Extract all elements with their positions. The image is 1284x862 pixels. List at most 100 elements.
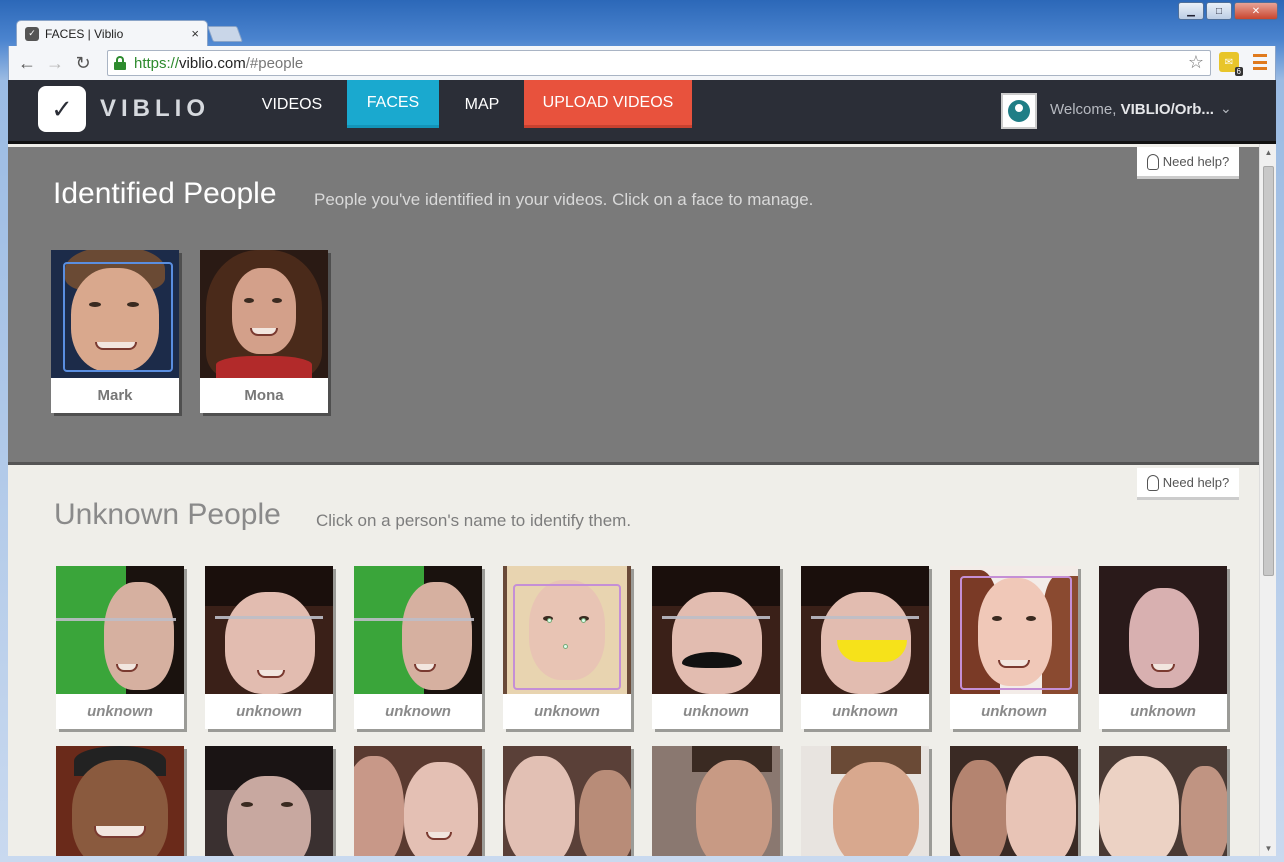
scrollbar-thumb[interactable] bbox=[1263, 166, 1274, 576]
back-button[interactable]: ← bbox=[13, 49, 41, 77]
scroll-down-icon[interactable]: ▼ bbox=[1260, 840, 1276, 856]
extension-icon[interactable]: ✉ 6 bbox=[1219, 52, 1243, 76]
unknown-face-card[interactable]: unknown bbox=[56, 566, 184, 729]
face-photo[interactable] bbox=[503, 566, 631, 694]
face-photo[interactable] bbox=[56, 566, 184, 694]
need-help-label: Need help? bbox=[1162, 154, 1230, 169]
address-bar[interactable]: https:// viblio.com /#people ☆ bbox=[107, 50, 1211, 76]
welcome-user: VIBLIO/Orb... bbox=[1120, 101, 1214, 118]
app-header: ✓ VIBLIO VIDEOS FACES MAP UPLOAD VIDEOS … bbox=[8, 80, 1276, 144]
viblio-logo[interactable]: ✓ VIBLIO bbox=[38, 86, 210, 132]
unknown-name[interactable]: unknown bbox=[503, 694, 631, 729]
viblio-logo-icon: ✓ bbox=[38, 86, 86, 132]
person-card-mona[interactable]: Mona bbox=[200, 250, 328, 413]
new-tab-button[interactable] bbox=[207, 26, 243, 42]
page-viewport: ✓ VIBLIO VIDEOS FACES MAP UPLOAD VIDEOS … bbox=[8, 80, 1276, 856]
person-card-mark[interactable]: Mark bbox=[51, 250, 179, 413]
face-photo[interactable] bbox=[950, 746, 1078, 856]
face-photo[interactable] bbox=[200, 250, 328, 378]
url-scheme: https:// bbox=[134, 54, 180, 72]
face-photo[interactable] bbox=[354, 746, 482, 856]
need-help-button[interactable]: Need help? bbox=[1137, 147, 1239, 179]
identified-people-section: Need help? Identified People People you'… bbox=[8, 147, 1259, 465]
unknown-face-card[interactable] bbox=[1099, 746, 1227, 856]
url-path: /#people bbox=[245, 54, 304, 72]
chevron-down-icon[interactable]: ⌄ bbox=[1220, 100, 1232, 117]
nav-videos[interactable]: VIDEOS bbox=[262, 80, 322, 130]
maximize-button[interactable]: □ bbox=[1206, 2, 1232, 20]
unknown-name[interactable]: unknown bbox=[354, 694, 482, 729]
browser-tab[interactable]: ✓ FACES | Viblio × bbox=[16, 20, 208, 46]
unknown-face-card[interactable]: unknown bbox=[652, 566, 780, 729]
scroll-up-icon[interactable]: ▲ bbox=[1260, 144, 1276, 160]
unknown-face-card[interactable]: unknown bbox=[205, 566, 333, 729]
tab-close-icon[interactable]: × bbox=[191, 26, 199, 41]
section-title: Identified People bbox=[53, 177, 277, 210]
section-subtitle: Click on a person's name to identify the… bbox=[316, 511, 632, 530]
unknown-face-card[interactable]: unknown bbox=[503, 566, 631, 729]
viblio-favicon-icon: ✓ bbox=[25, 26, 39, 41]
face-photo[interactable] bbox=[205, 746, 333, 856]
unknown-name[interactable]: unknown bbox=[950, 694, 1078, 729]
url-host: viblio.com bbox=[179, 54, 246, 72]
unknown-face-card[interactable] bbox=[801, 746, 929, 856]
section-title: Unknown People bbox=[54, 498, 281, 531]
unknown-face-card[interactable] bbox=[950, 746, 1078, 856]
face-photo[interactable] bbox=[56, 746, 184, 856]
unknown-face-card[interactable] bbox=[652, 746, 780, 856]
lightbulb-icon bbox=[1146, 153, 1159, 170]
unknown-name[interactable]: unknown bbox=[652, 694, 780, 729]
unknown-face-card[interactable]: unknown bbox=[354, 566, 482, 729]
unknown-face-card[interactable]: unknown bbox=[801, 566, 929, 729]
unknown-name[interactable]: unknown bbox=[56, 694, 184, 729]
unknown-people-section: Need help? Unknown People Click on a per… bbox=[8, 468, 1259, 856]
face-photo[interactable] bbox=[950, 566, 1078, 694]
unknown-face-card[interactable] bbox=[503, 746, 631, 856]
extension-badge: 6 bbox=[1234, 67, 1243, 76]
forward-button[interactable]: → bbox=[41, 49, 69, 77]
user-avatar[interactable] bbox=[1001, 93, 1037, 129]
unknown-name[interactable]: unknown bbox=[205, 694, 333, 729]
face-photo[interactable] bbox=[503, 746, 631, 856]
section-subtitle: People you've identified in your videos.… bbox=[314, 190, 814, 209]
nav-faces[interactable]: FACES bbox=[347, 80, 439, 128]
face-photo[interactable] bbox=[652, 566, 780, 694]
person-name: Mark bbox=[97, 387, 133, 404]
face-photo[interactable] bbox=[1099, 566, 1227, 694]
unknown-face-card[interactable] bbox=[56, 746, 184, 856]
need-help-label: Need help? bbox=[1162, 475, 1230, 490]
face-photo[interactable] bbox=[354, 566, 482, 694]
reload-button[interactable]: ↻ bbox=[69, 49, 97, 77]
nav-upload-videos[interactable]: UPLOAD VIDEOS bbox=[524, 80, 692, 128]
person-name: Mona bbox=[244, 387, 284, 404]
unknown-face-card[interactable]: unknown bbox=[1099, 566, 1227, 729]
face-photo[interactable] bbox=[205, 566, 333, 694]
window-close-button[interactable]: ✕ bbox=[1234, 2, 1278, 20]
face-photo[interactable] bbox=[1099, 746, 1227, 856]
face-photo[interactable] bbox=[51, 250, 179, 378]
tab-strip: ✓ FACES | Viblio × ▁ □ ✕ bbox=[0, 0, 1284, 46]
face-photo[interactable] bbox=[801, 746, 929, 856]
need-help-button[interactable]: Need help? bbox=[1137, 468, 1239, 500]
unknown-name[interactable]: unknown bbox=[801, 694, 929, 729]
user-avatar-icon bbox=[1008, 100, 1030, 122]
nav-map[interactable]: MAP bbox=[464, 80, 500, 130]
logo-text: VIBLIO bbox=[100, 95, 211, 122]
browser-toolbar: ← → ↻ https:// viblio.com /#people ☆ ✉ 6 bbox=[8, 46, 1276, 80]
tab-title: FACES | Viblio bbox=[45, 26, 124, 41]
minimize-button[interactable]: ▁ bbox=[1178, 2, 1204, 20]
unknown-name[interactable]: unknown bbox=[1099, 694, 1227, 729]
page-scrollbar[interactable]: ▲ ▼ bbox=[1259, 144, 1276, 856]
unknown-face-card[interactable] bbox=[354, 746, 482, 856]
unknown-face-card[interactable] bbox=[205, 746, 333, 856]
unknown-face-card[interactable]: unknown bbox=[950, 566, 1078, 729]
bookmark-star-icon[interactable]: ☆ bbox=[1188, 52, 1204, 73]
face-photo[interactable] bbox=[652, 746, 780, 856]
welcome-text[interactable]: Welcome, VIBLIO/Orb... bbox=[1050, 101, 1214, 118]
extension-glyph-icon: ✉ bbox=[1224, 56, 1234, 68]
browser-menu-icon[interactable] bbox=[1253, 54, 1267, 70]
face-photo[interactable] bbox=[801, 566, 929, 694]
secure-lock-icon bbox=[114, 56, 126, 70]
welcome-prefix: Welcome, bbox=[1050, 101, 1121, 118]
browser-window: ✓ FACES | Viblio × ▁ □ ✕ ← → ↻ https:// … bbox=[0, 0, 1284, 862]
